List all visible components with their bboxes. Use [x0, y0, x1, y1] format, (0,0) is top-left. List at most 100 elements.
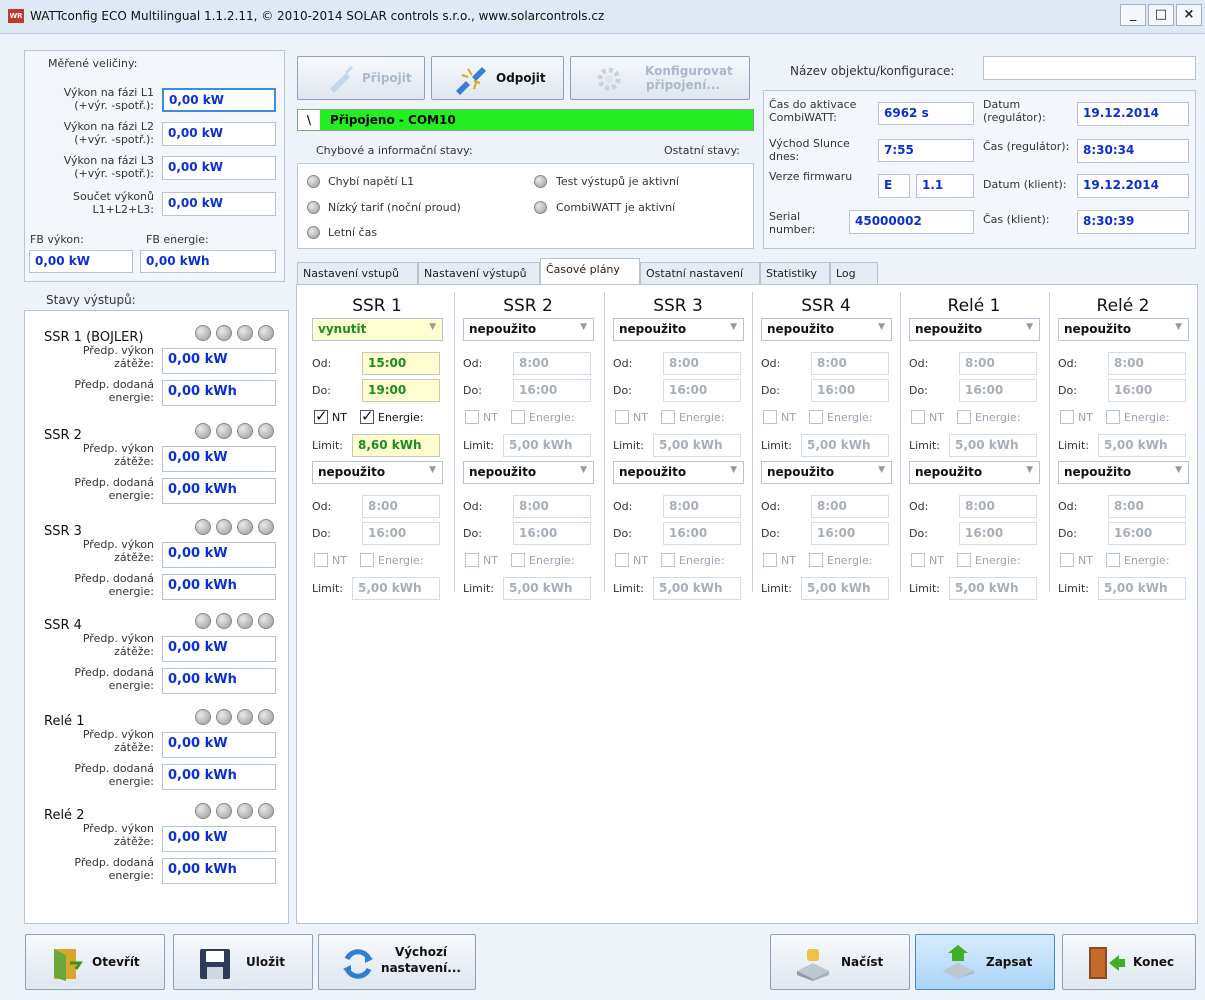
- nt-checkbox[interactable]: [615, 410, 629, 424]
- close-button[interactable]: ×: [1176, 4, 1202, 26]
- nt-checkbox[interactable]: [465, 553, 479, 567]
- energy-checkbox[interactable]: [809, 553, 823, 567]
- tab-0[interactable]: Nastavení vstupů: [297, 262, 418, 284]
- plan-to-input[interactable]: 16:00: [1108, 379, 1186, 402]
- plan-limit-input[interactable]: 5,00 kWh: [503, 434, 591, 457]
- plan-to-input[interactable]: 16:00: [959, 379, 1037, 402]
- output-led-icon: [195, 519, 211, 535]
- plan-limit-input[interactable]: 5,00 kWh: [653, 577, 741, 600]
- energy-checkbox[interactable]: [809, 410, 823, 424]
- plan-limit-label: Limit:: [613, 439, 644, 452]
- energy-checkbox[interactable]: [1106, 553, 1120, 567]
- configure-connection-button[interactable]: Konfigurovat připojení...: [570, 56, 750, 100]
- energy-checkbox[interactable]: [360, 553, 374, 567]
- plan-mode-select[interactable]: nepoužito ▼: [463, 461, 594, 484]
- plan-limit-input[interactable]: 5,00 kWh: [653, 434, 741, 457]
- load-button[interactable]: Načíst: [770, 934, 910, 990]
- energy-checkbox[interactable]: [1106, 410, 1120, 424]
- plan-mode-select[interactable]: nepoužito ▼: [312, 461, 443, 484]
- plan-mode-select[interactable]: nepoužito ▼: [909, 318, 1040, 341]
- plan-from-input[interactable]: 8:00: [1108, 495, 1186, 518]
- plan-mode-select[interactable]: nepoužito ▼: [909, 461, 1040, 484]
- plan-limit-input[interactable]: 5,00 kWh: [801, 577, 889, 600]
- object-name-input[interactable]: [983, 56, 1196, 80]
- tab-4[interactable]: Statistiky: [760, 262, 830, 284]
- plan-from-input[interactable]: 8:00: [959, 495, 1037, 518]
- plan-limit-input[interactable]: 8,60 kWh: [352, 434, 440, 457]
- plan-mode-select[interactable]: vynutit ▼: [312, 318, 443, 341]
- plan-to-input[interactable]: 16:00: [513, 522, 591, 545]
- plan-from-input[interactable]: 8:00: [1108, 352, 1186, 375]
- plan-limit-input[interactable]: 5,00 kWh: [949, 434, 1037, 457]
- nt-checkbox[interactable]: [1060, 553, 1074, 567]
- plan-from-input[interactable]: 8:00: [663, 352, 741, 375]
- plan-from-input[interactable]: 8:00: [811, 495, 889, 518]
- energy-checkbox[interactable]: [661, 553, 675, 567]
- plan-to-input[interactable]: 16:00: [959, 522, 1037, 545]
- nt-checkbox[interactable]: [615, 553, 629, 567]
- tab-1[interactable]: Nastavení výstupů: [418, 262, 540, 284]
- plan-from-input[interactable]: 8:00: [663, 495, 741, 518]
- nt-checkbox[interactable]: [911, 553, 925, 567]
- fb-energy-value: 0,00 kWh: [140, 250, 276, 273]
- open-button[interactable]: Otevřít: [25, 934, 165, 990]
- plan-limit-input[interactable]: 5,00 kWh: [801, 434, 889, 457]
- plan-mode-select[interactable]: nepoužito ▼: [761, 318, 892, 341]
- energy-checkbox[interactable]: [661, 410, 675, 424]
- title-bar[interactable]: WR WATTconfig ECO Multilingual 1.1.2.11,…: [0, 0, 1205, 34]
- plan-to-input[interactable]: 16:00: [513, 379, 591, 402]
- plan-limit-input[interactable]: 5,00 kWh: [1098, 577, 1186, 600]
- plan-limit-input[interactable]: 5,00 kWh: [1098, 434, 1186, 457]
- energy-checkbox[interactable]: [957, 553, 971, 567]
- plan-from-input[interactable]: 8:00: [811, 352, 889, 375]
- nt-checkbox[interactable]: [465, 410, 479, 424]
- energy-checkbox[interactable]: [360, 407, 374, 425]
- tab-3[interactable]: Ostatní nastavení: [640, 262, 760, 284]
- energy-checkbox[interactable]: [957, 410, 971, 424]
- plan-to-input[interactable]: 16:00: [811, 379, 889, 402]
- tab-5[interactable]: Log: [830, 262, 878, 284]
- measured-heading: Měřené veličiny:: [48, 57, 138, 70]
- plan-from-input[interactable]: 8:00: [513, 352, 591, 375]
- plan-limit-input[interactable]: 5,00 kWh: [352, 577, 440, 600]
- connect-button[interactable]: Připojit: [297, 56, 425, 100]
- plan-mode-select[interactable]: nepoužito ▼: [613, 318, 744, 341]
- energy-checkbox[interactable]: [511, 553, 525, 567]
- nt-checkbox[interactable]: [1060, 410, 1074, 424]
- nt-checkbox[interactable]: [763, 553, 777, 567]
- window-title: WATTconfig ECO Multilingual 1.1.2.11, © …: [30, 9, 605, 23]
- plan-limit-input[interactable]: 5,00 kWh: [503, 577, 591, 600]
- plan-from-input[interactable]: 8:00: [959, 352, 1037, 375]
- plan-mode-select[interactable]: nepoužito ▼: [613, 461, 744, 484]
- maximize-button[interactable]: □: [1148, 4, 1174, 26]
- plan-to-input[interactable]: 16:00: [663, 522, 741, 545]
- nt-checkbox[interactable]: [314, 553, 328, 567]
- plan-mode-select[interactable]: nepoužito ▼: [1058, 318, 1189, 341]
- plan-from-input[interactable]: 8:00: [362, 495, 440, 518]
- write-button[interactable]: Zapsat: [915, 934, 1055, 990]
- plan-to-input[interactable]: 16:00: [1108, 522, 1186, 545]
- minimize-button[interactable]: _: [1120, 4, 1146, 26]
- plan-to-input[interactable]: 16:00: [811, 522, 889, 545]
- plan-from-input[interactable]: 8:00: [513, 495, 591, 518]
- nt-checkbox[interactable]: [911, 410, 925, 424]
- plan-to-input[interactable]: 19:00: [362, 379, 440, 402]
- plan-from-input[interactable]: 15:00: [362, 352, 440, 375]
- plan-mode-select[interactable]: nepoužito ▼: [463, 318, 594, 341]
- object-name-label: Název objektu/konfigurace:: [790, 64, 955, 78]
- save-button[interactable]: Uložit: [173, 934, 313, 990]
- restore-defaults-button[interactable]: Výchozí nastavení...: [318, 934, 476, 990]
- exit-button[interactable]: Konec: [1062, 934, 1196, 990]
- plan-to-input[interactable]: 16:00: [362, 522, 440, 545]
- disconnect-button[interactable]: Odpojit: [431, 56, 564, 100]
- energy-label: Energie:: [679, 554, 725, 567]
- nt-checkbox[interactable]: [763, 410, 777, 424]
- nt-checkbox[interactable]: [314, 407, 328, 425]
- plan-mode-select[interactable]: nepoužito ▼: [761, 461, 892, 484]
- plan-limit-input[interactable]: 5,00 kWh: [949, 577, 1037, 600]
- plan-to-input[interactable]: 16:00: [663, 379, 741, 402]
- plan-from-label: Od:: [909, 357, 929, 370]
- plan-mode-select[interactable]: nepoužito ▼: [1058, 461, 1189, 484]
- energy-checkbox[interactable]: [511, 410, 525, 424]
- tab-2[interactable]: Časové plány: [540, 258, 640, 285]
